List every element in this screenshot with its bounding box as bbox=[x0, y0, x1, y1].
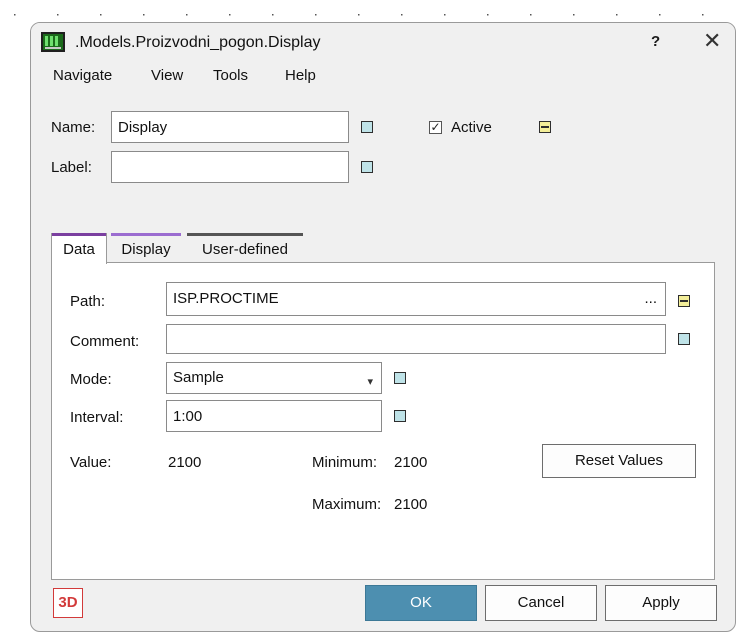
label-label: Label: bbox=[51, 159, 92, 176]
tab-data-color-bar bbox=[52, 233, 106, 236]
path-value: ISP.PROCTIME bbox=[173, 290, 279, 307]
menu-help[interactable]: Help bbox=[285, 67, 316, 84]
maximum-label: Maximum: bbox=[312, 496, 382, 513]
chevron-down-icon: ▾ bbox=[367, 376, 373, 388]
dialog-window: .Models.Proizvodni_pogon.Display ? ✕ Nav… bbox=[30, 22, 736, 632]
path-browse-button[interactable]: ... bbox=[644, 283, 657, 315]
menu-view[interactable]: View bbox=[151, 67, 183, 84]
window-title: .Models.Proizvodni_pogon.Display bbox=[75, 34, 321, 51]
dialog-body: Name: ✓ Active Label: Data Display User-… bbox=[31, 95, 735, 631]
tab-user-defined-color-bar bbox=[187, 233, 303, 236]
tab-user-defined-label: User-defined bbox=[202, 241, 288, 258]
active-indicator-icon[interactable] bbox=[539, 121, 551, 133]
active-label: Active bbox=[451, 119, 492, 136]
tab-display-color-bar bbox=[111, 233, 181, 236]
name-input[interactable] bbox=[111, 111, 349, 143]
tab-data[interactable]: Data bbox=[51, 233, 107, 264]
tab-display-label: Display bbox=[121, 241, 171, 258]
help-button[interactable]: ? bbox=[651, 33, 660, 50]
active-checkbox[interactable]: ✓ bbox=[429, 121, 442, 134]
name-label: Name: bbox=[51, 119, 96, 136]
title-bar[interactable]: .Models.Proizvodni_pogon.Display ? ✕ bbox=[31, 23, 735, 65]
path-label: Path: bbox=[70, 293, 106, 310]
menu-bar: Navigate View Tools Help bbox=[31, 67, 735, 91]
interval-input[interactable] bbox=[166, 400, 382, 432]
mode-indicator-icon[interactable] bbox=[394, 372, 406, 384]
cancel-button[interactable]: Cancel bbox=[485, 585, 597, 621]
value-label: Value: bbox=[70, 454, 112, 471]
close-icon[interactable]: ✕ bbox=[703, 30, 721, 52]
menu-tools[interactable]: Tools bbox=[213, 67, 248, 84]
mode-select[interactable]: Sample ▾ bbox=[166, 362, 382, 394]
apply-button[interactable]: Apply bbox=[605, 585, 717, 621]
tab-display[interactable]: Display bbox=[111, 233, 181, 263]
label-indicator-icon[interactable] bbox=[361, 161, 373, 173]
path-input[interactable]: ISP.PROCTIME ... bbox=[166, 282, 666, 316]
mode-selected-value: Sample bbox=[173, 369, 224, 386]
comment-indicator-icon[interactable] bbox=[678, 333, 690, 345]
name-indicator-icon[interactable] bbox=[361, 121, 373, 133]
minimum-label: Minimum: bbox=[312, 454, 378, 471]
interval-label: Interval: bbox=[70, 409, 124, 426]
tab-user-defined[interactable]: User-defined bbox=[187, 233, 303, 263]
mode-label: Mode: bbox=[70, 371, 112, 388]
comment-label: Comment: bbox=[70, 333, 140, 350]
path-indicator-icon[interactable] bbox=[678, 295, 690, 307]
interval-indicator-icon[interactable] bbox=[394, 410, 406, 422]
top-dotted-border bbox=[14, 14, 704, 16]
minimum-readout: 2100 bbox=[394, 454, 428, 471]
ok-button[interactable]: OK bbox=[365, 585, 477, 621]
app-display-icon bbox=[41, 32, 65, 52]
reset-values-button[interactable]: Reset Values bbox=[542, 444, 696, 478]
value-readout: 2100 bbox=[168, 454, 202, 471]
data-tab-panel: Path: ISP.PROCTIME ... Comment: Mode: Sa… bbox=[51, 262, 715, 580]
comment-input[interactable] bbox=[166, 324, 666, 354]
label-input[interactable] bbox=[111, 151, 349, 183]
tab-data-label: Data bbox=[63, 241, 95, 258]
menu-navigate[interactable]: Navigate bbox=[53, 67, 112, 84]
3d-badge-icon[interactable]: 3D bbox=[53, 588, 83, 618]
maximum-readout: 2100 bbox=[394, 496, 428, 513]
